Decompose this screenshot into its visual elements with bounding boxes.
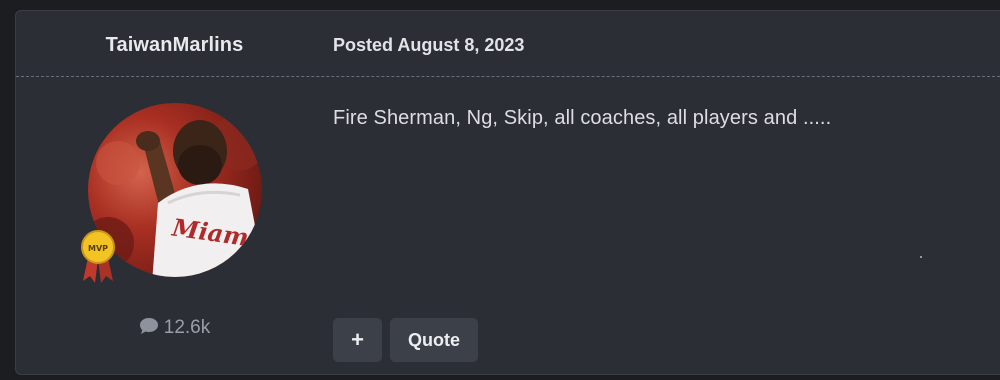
mvp-badge-icon: MVP [80,229,116,285]
post-card: TaiwanMarlins Posted August 8, 2023 Miam… [15,10,1000,375]
quote-button[interactable]: Quote [390,318,478,362]
post-count-value: 12.6k [163,317,211,338]
comment-bubble-icon [139,317,159,341]
plus-reaction-button[interactable]: + [333,318,382,362]
post-content: Fire Sherman, Ng, Skip, all coaches, all… [333,107,832,129]
author-post-count: 12.6k [16,317,333,341]
decorative-dot [920,256,922,258]
post-date: Posted August 8, 2023 [333,35,525,55]
author-name-link[interactable]: TaiwanMarlins [16,34,333,57]
post-header: TaiwanMarlins Posted August 8, 2023 [16,11,1000,77]
mvp-badge-label: MVP [88,244,108,253]
